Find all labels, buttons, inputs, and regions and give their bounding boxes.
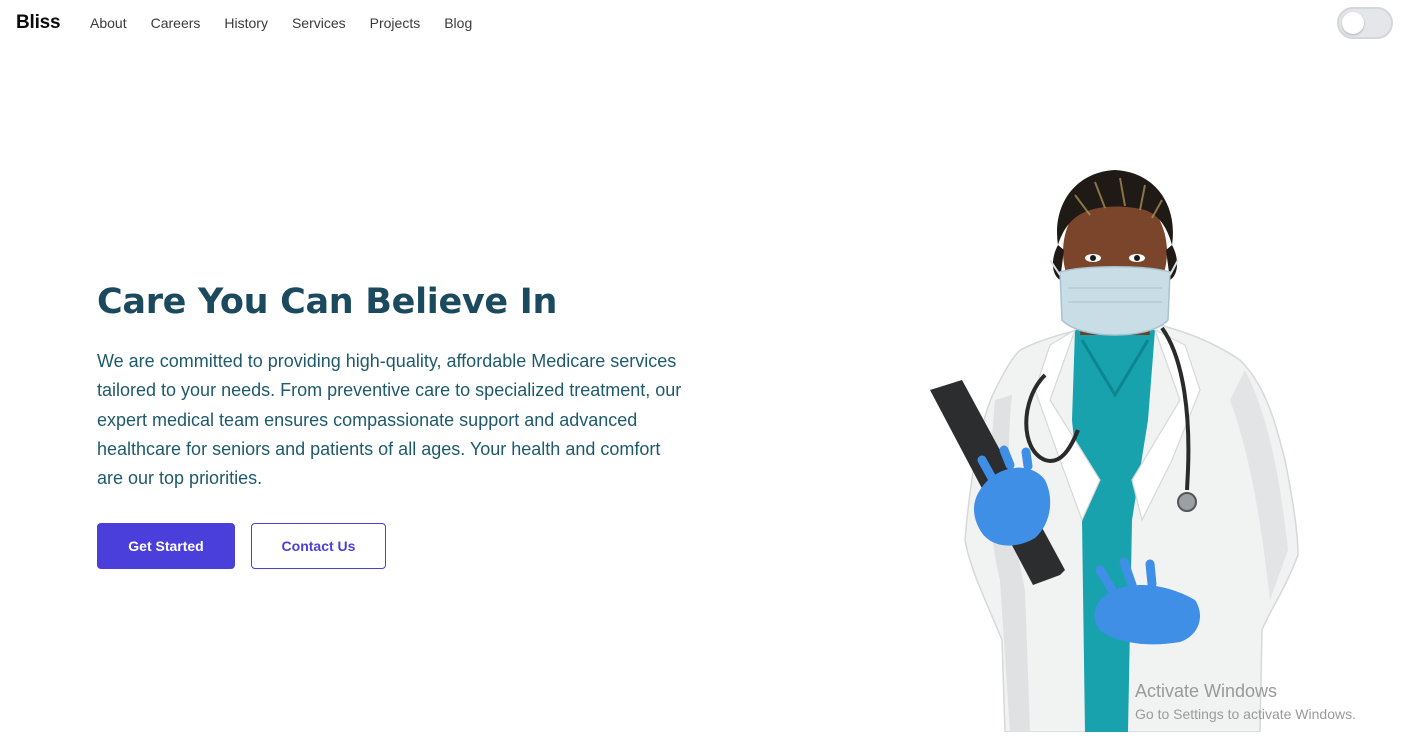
windows-activation-watermark: Activate Windows Go to Settings to activ… [1135,680,1356,725]
theme-toggle[interactable] [1337,7,1393,39]
nav-link-about[interactable]: About [90,15,127,31]
nav-link-projects[interactable]: Projects [370,15,421,31]
face-mask [1059,266,1171,336]
doctor-illustration [930,170,1299,732]
nav-link-history[interactable]: History [224,15,268,31]
nav-link-services[interactable]: Services [292,15,346,31]
contact-us-button[interactable]: Contact Us [251,523,386,569]
watermark-title: Activate Windows [1135,681,1278,701]
nav-link-careers[interactable]: Careers [151,15,201,31]
navbar: Bliss About Careers History Services Pro… [0,0,1413,46]
toggle-switch-icon [1342,12,1364,34]
nav-links: About Careers History Services Projects … [90,15,496,31]
watermark-subtitle: Go to Settings to activate Windows. [1135,706,1356,722]
brand-logo[interactable]: Bliss [16,12,61,34]
get-started-button[interactable]: Get Started [97,523,235,569]
hero-title: Care You Can Believe In [97,282,558,322]
nav-link-blog[interactable]: Blog [444,15,472,31]
hero-description: We are committed to providing high-quali… [97,351,682,489]
